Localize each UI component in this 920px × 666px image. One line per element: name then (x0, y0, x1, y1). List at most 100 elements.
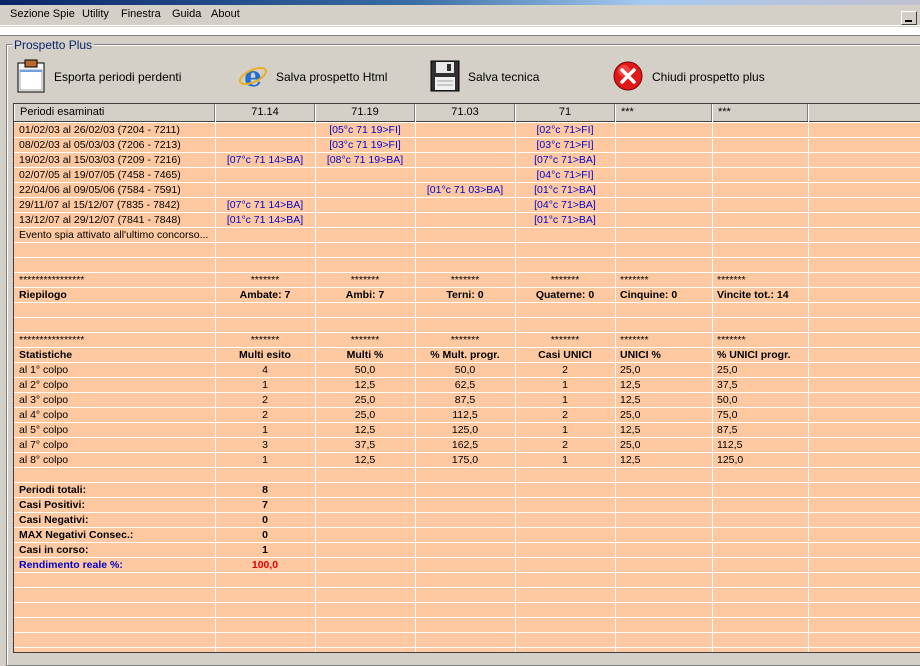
table-row[interactable]: Casi in corso: 1 (14, 543, 920, 558)
data-cell[interactable] (515, 303, 615, 318)
row-label-cell[interactable]: **************** (14, 333, 215, 348)
data-cell[interactable]: [01°c 71>BA] (515, 183, 615, 198)
menu-about[interactable]: About (211, 8, 240, 20)
data-cell[interactable] (415, 123, 515, 138)
data-cell[interactable]: 162,5 (415, 438, 515, 453)
data-cell[interactable] (712, 123, 808, 138)
data-cell[interactable]: 50,0 (415, 363, 515, 378)
data-cell[interactable]: 2 (515, 438, 615, 453)
data-cell[interactable]: 75,0 (712, 408, 808, 423)
data-cell[interactable] (615, 468, 712, 483)
data-cell[interactable] (415, 318, 515, 333)
table-row[interactable]: al 2° colpo 1 12,5 62,5 1 12,5 37,5 (14, 378, 920, 393)
data-cell[interactable]: [01°c 71 14>BA] (215, 213, 315, 228)
data-cell[interactable] (515, 258, 615, 273)
row-label-cell[interactable]: Statistiche (14, 348, 215, 363)
row-label-cell[interactable]: al 4° colpo (14, 408, 215, 423)
table-row[interactable]: al 1° colpo 4 50,0 50,0 2 25,0 25,0 (14, 363, 920, 378)
save-technique-button[interactable]: Salva tecnica (430, 60, 539, 94)
data-cell[interactable] (315, 198, 415, 213)
data-cell[interactable] (315, 498, 415, 513)
data-cell[interactable] (415, 543, 515, 558)
table-row[interactable]: 29/11/07 al 15/12/07 (7835 - 7842) [07°c … (14, 198, 920, 213)
data-cell[interactable]: Terni: 0 (415, 288, 515, 303)
data-cell[interactable] (615, 228, 712, 243)
data-cell[interactable] (415, 168, 515, 183)
data-cell[interactable]: 50,0 (712, 393, 808, 408)
row-label-cell[interactable] (14, 303, 215, 318)
data-cell[interactable] (515, 318, 615, 333)
header-col-empty-2[interactable]: *** (712, 104, 808, 121)
data-cell[interactable]: 25,0 (615, 363, 712, 378)
row-label-cell[interactable]: 29/11/07 al 15/12/07 (7835 - 7842) (14, 198, 215, 213)
data-cell[interactable] (415, 303, 515, 318)
data-cell[interactable]: ******* (315, 273, 415, 288)
data-cell[interactable] (615, 498, 712, 513)
table-row[interactable]: Casi Positivi: 7 (14, 498, 920, 513)
table-row[interactable] (14, 468, 920, 483)
data-cell[interactable]: ******* (215, 273, 315, 288)
row-label-cell[interactable]: Casi Positivi: (14, 498, 215, 513)
data-cell[interactable]: 175,0 (415, 453, 515, 468)
data-cell[interactable] (315, 228, 415, 243)
header-col-7114[interactable]: 71.14 (215, 104, 315, 121)
data-cell[interactable]: [07°c 71 14>BA] (215, 198, 315, 213)
row-label-cell[interactable]: Periodi totali: (14, 483, 215, 498)
save-html-button[interactable]: e Salva prospetto Html (238, 60, 387, 94)
data-cell[interactable] (712, 258, 808, 273)
table-row[interactable]: 01/02/03 al 26/02/03 (7204 - 7211) [05°c … (14, 123, 920, 138)
data-cell[interactable]: 12,5 (315, 453, 415, 468)
data-cell[interactable]: ******* (315, 333, 415, 348)
table-row[interactable]: Statistiche Multi esito Multi %% Mult. pro… (14, 348, 920, 363)
data-cell[interactable] (712, 543, 808, 558)
data-cell[interactable] (215, 243, 315, 258)
data-cell[interactable]: 12,5 (315, 378, 415, 393)
row-label-cell[interactable]: al 7° colpo (14, 438, 215, 453)
data-cell[interactable] (712, 138, 808, 153)
data-cell[interactable] (615, 153, 712, 168)
data-cell[interactable] (615, 183, 712, 198)
data-cell[interactable] (315, 258, 415, 273)
data-cell[interactable]: ******* (515, 273, 615, 288)
data-cell[interactable] (615, 198, 712, 213)
data-cell[interactable] (415, 468, 515, 483)
data-cell[interactable]: 112,5 (415, 408, 515, 423)
data-cell[interactable]: 25,0 (315, 393, 415, 408)
data-cell[interactable] (712, 498, 808, 513)
data-cell[interactable] (712, 483, 808, 498)
data-cell[interactable] (712, 228, 808, 243)
data-cell[interactable] (415, 138, 515, 153)
export-losing-periods-button[interactable]: Esporta periodi perdenti (16, 59, 181, 94)
header-col-7119[interactable]: 71.19 (315, 104, 415, 121)
data-cell[interactable]: 25,0 (615, 408, 712, 423)
data-cell[interactable]: 2 (515, 408, 615, 423)
table-row[interactable]: 22/04/06 al 09/05/06 (7584 - 7591) [01°c … (14, 183, 920, 198)
data-cell[interactable]: [08°c 71 19>BA] (315, 153, 415, 168)
table-row[interactable]: 08/02/03 al 05/03/03 (7206 - 7213) [03°c … (14, 138, 920, 153)
data-cell[interactable]: 1 (515, 393, 615, 408)
data-cell[interactable]: ******* (215, 333, 315, 348)
data-cell[interactable]: [03°c 71>FI] (515, 138, 615, 153)
table-row[interactable]: Riepilogo Ambate: 7 Ambi: 7 Terni: 0 Quatern… (14, 288, 920, 303)
row-label-cell[interactable]: 02/07/05 al 19/07/05 (7458 - 7465) (14, 168, 215, 183)
data-cell[interactable]: Multi esito (215, 348, 315, 363)
menu-guida[interactable]: Guida (172, 8, 201, 20)
data-cell[interactable] (712, 153, 808, 168)
data-cell[interactable]: ******* (615, 333, 712, 348)
table-row[interactable]: al 7° colpo 3 37,5 162,5 2 25,0 112,5 (14, 438, 920, 453)
data-cell[interactable]: [05°c 71 19>FI] (315, 123, 415, 138)
data-cell[interactable] (712, 513, 808, 528)
data-cell[interactable] (315, 558, 415, 573)
data-cell[interactable] (515, 228, 615, 243)
table-row[interactable]: Casi Negativi: 0 (14, 513, 920, 528)
data-cell[interactable] (215, 468, 315, 483)
data-cell[interactable] (515, 483, 615, 498)
data-cell[interactable]: [04°c 71>BA] (515, 198, 615, 213)
data-cell[interactable]: 112,5 (712, 438, 808, 453)
data-cell[interactable] (315, 318, 415, 333)
data-cell[interactable]: 12,5 (315, 423, 415, 438)
data-cell[interactable] (712, 303, 808, 318)
data-cell[interactable]: Vincite tot.: 14 (712, 288, 808, 303)
table-row[interactable]: al 8° colpo 1 12,5 175,0 1 12,5 125,0 (14, 453, 920, 468)
table-row[interactable]: **************** ******* ******* ******* ***… (14, 333, 920, 348)
